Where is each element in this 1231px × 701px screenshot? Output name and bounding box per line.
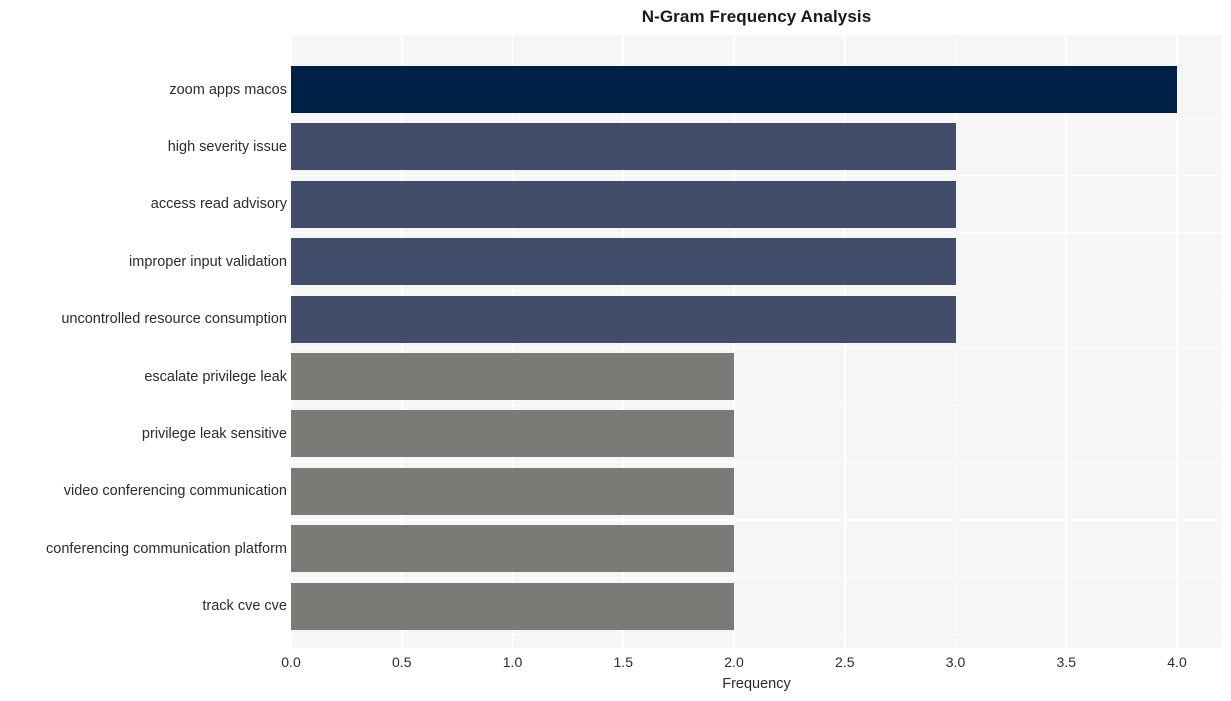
x-axis-tick-label: 4.0 <box>1167 654 1187 670</box>
x-axis-tick-label: 2.5 <box>835 654 855 670</box>
x-axis-tick-label: 3.0 <box>945 654 966 670</box>
x-axis-tick-labels: 0.0 0.5 1.0 1.5 2.0 2.5 3.0 3.5 4.0 <box>0 0 1231 701</box>
x-axis-tick-label: 0.5 <box>392 654 412 670</box>
x-axis-tick-label: 3.5 <box>1056 654 1076 670</box>
x-axis-tick-label: 0.0 <box>281 654 301 670</box>
x-axis-tick-label: 1.5 <box>613 654 633 670</box>
x-axis-tick-label: 1.0 <box>502 654 523 670</box>
chart-figure: N-Gram Frequency Analysis zoom apps maco… <box>0 0 1231 701</box>
x-axis-label: Frequency <box>722 676 791 692</box>
x-axis-tick-label: 2.0 <box>724 654 744 670</box>
